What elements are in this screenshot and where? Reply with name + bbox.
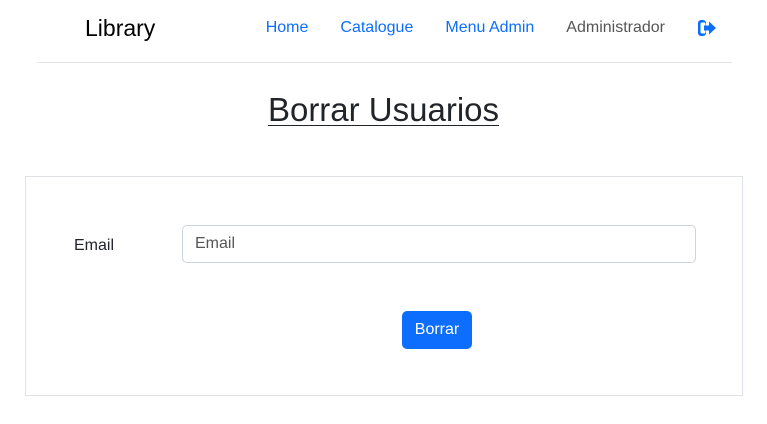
page-title: Borrar Usuarios [267, 91, 500, 128]
nav-links: Home Catalogue Menu Admin Administrador [234, 17, 717, 39]
brand-logo[interactable]: Library [85, 14, 155, 42]
nav-link-menu-admin[interactable]: Menu Admin [445, 17, 534, 39]
borrar-button[interactable]: Borrar [402, 311, 472, 349]
email-input[interactable] [182, 225, 696, 263]
delete-user-form: Email Borrar [25, 176, 743, 396]
logout-icon[interactable] [697, 18, 717, 38]
navbar: Library Home Catalogue Menu Admin Admini… [0, 0, 767, 62]
current-user: Administrador [566, 19, 665, 36]
navbar-divider [37, 62, 732, 63]
email-label: Email [74, 237, 115, 254]
nav-link-catalogue[interactable]: Catalogue [340, 17, 413, 39]
nav-link-home[interactable]: Home [266, 17, 309, 39]
